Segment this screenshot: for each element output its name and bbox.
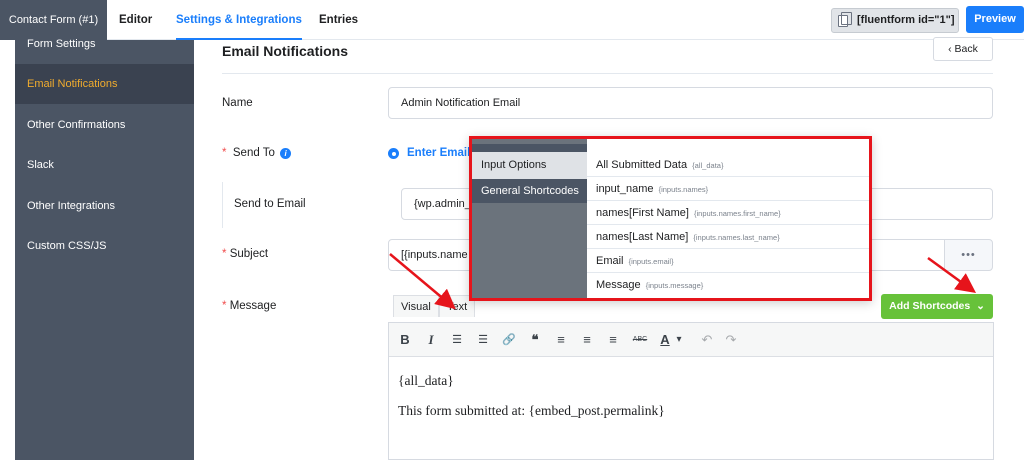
editor-line: This form submitted at: {embed_post.perm… [398,403,665,418]
sidebar-item-form-settings[interactable]: Form Settings [27,38,95,50]
shortcode-item[interactable]: Email {inputs.email} [596,255,674,267]
message-label: * Message [222,300,276,312]
sidebar-item-email-notifications[interactable]: Email Notifications [27,78,117,90]
bold-icon[interactable]: B [396,323,414,357]
send-to-text: Send To [232,147,275,159]
tab-visual[interactable]: Visual [393,295,439,317]
shortcode-code: {inputs.names} [658,185,709,194]
shortcode-code: {inputs.message} [645,281,704,290]
page-title: Email Notifications [222,43,349,59]
back-button[interactable]: ‹ Back [933,37,993,61]
shortcode-code: {inputs.email} [628,257,674,266]
text-color-icon[interactable]: A [656,323,674,357]
send-to-email-border [222,182,223,228]
shortcode-item[interactable]: names[First Name] {inputs.names.first_na… [596,207,781,219]
subject-label: * Subject [222,248,268,260]
divider [587,176,869,177]
back-button-label: Back [954,43,978,55]
strikethrough-icon[interactable]: ABC [629,323,651,357]
group-input-options[interactable]: Input Options [472,152,587,179]
divider [587,224,869,225]
name-input[interactable]: Admin Notification Email [388,87,993,119]
tab-entries[interactable]: Entries [319,0,358,40]
info-icon[interactable]: i [280,148,292,159]
sidebar-item-other-integrations[interactable]: Other Integrations [27,200,115,212]
required-mark: * [222,248,227,260]
editor-content[interactable]: {all_data} This form submitted at: {embe… [398,373,665,433]
divider [587,272,869,273]
enter-email-option-label[interactable]: Enter Email [407,147,470,159]
align-right-icon[interactable]: ≡ [604,323,622,357]
divider [587,200,869,201]
send-to-label: * Send To i [222,147,292,159]
title-divider [222,73,993,74]
redo-icon[interactable]: ↷ [722,323,740,357]
add-shortcodes-button[interactable]: Add Shortcodes ⌄ [881,294,993,319]
sidebar-item-other-confirmations[interactable]: Other Confirmations [27,119,125,131]
name-label: Name [222,97,253,109]
form-shortcode: [fluentform id="1"] [857,14,955,26]
shortcode-code: {all_data} [692,161,724,170]
enter-email-radio[interactable] [388,148,399,159]
shortcode-label: names[First Name] [596,207,689,219]
group-general-shortcodes[interactable]: General Shortcodes [472,179,587,203]
message-editor[interactable]: B I ☰ ☰ 🔗 ❝ ≡ ≡ ≡ ABC A ▾ ↶ ↷ {all_data}… [388,322,994,460]
sidebar-item-slack[interactable]: Slack [27,159,54,171]
required-mark: * [222,300,227,312]
shortcode-item[interactable]: input_name {inputs.names} [596,183,708,195]
shortcode-label: names[Last Name] [596,231,689,243]
add-shortcodes-label: Add Shortcodes [889,300,971,312]
shortcode-label: All Submitted Data [596,159,688,171]
shortcode-label: Message [596,279,641,291]
shortcode-item[interactable]: All Submitted Data {all_data} [596,159,723,171]
required-mark: * [222,147,227,159]
editor-line: {all_data} [398,373,454,388]
link-icon[interactable]: 🔗 [500,323,518,357]
shortcode-copy-box[interactable]: [fluentform id="1"] [831,8,959,33]
undo-icon[interactable]: ↶ [698,323,716,357]
divider [587,248,869,249]
copy-icon[interactable] [838,12,852,27]
top-bar: Contact Form (#1) Editor Settings & Inte… [0,0,1024,40]
shortcode-label: input_name [596,183,654,195]
sidebar-edge [0,40,15,460]
text-color-caret-icon[interactable]: ▾ [674,323,684,357]
shortcode-label: Email [596,255,624,267]
form-title[interactable]: Contact Form (#1) [0,0,107,40]
shortcode-code: {inputs.names.first_name} [693,209,781,218]
shortcode-item[interactable]: Message {inputs.message} [596,279,703,291]
send-to-email-label: Send to Email [234,198,306,210]
italic-icon[interactable]: I [422,323,440,357]
message-text: Message [229,300,277,312]
chevron-down-icon: ⌄ [976,300,985,312]
editor-toolbar: B I ☰ ☰ 🔗 ❝ ≡ ≡ ≡ ABC A ▾ ↶ ↷ [389,323,993,357]
popup-header-bar [472,144,587,152]
align-left-icon[interactable]: ≡ [552,323,570,357]
shortcodes-popup: Input Options General Shortcodes All Sub… [469,136,872,301]
preview-button[interactable]: Preview [966,6,1024,33]
tab-editor[interactable]: Editor [119,0,152,40]
shortcode-item[interactable]: names[Last Name] {inputs.names.last_name… [596,231,780,243]
align-center-icon[interactable]: ≡ [578,323,596,357]
shortcode-list: All Submitted Data {all_data} input_name… [587,139,869,298]
shortcode-groups: Input Options General Shortcodes [472,139,587,298]
blockquote-icon[interactable]: ❝ [526,323,544,357]
shortcode-code: {inputs.names.last_name} [693,233,780,242]
subject-text: Subject [229,248,269,260]
numbered-list-icon[interactable]: ☰ [474,323,492,357]
bullet-list-icon[interactable]: ☰ [448,323,466,357]
subject-shortcodes-button[interactable]: ••• [944,239,993,271]
sidebar-item-custom-css-js[interactable]: Custom CSS/JS [27,240,106,252]
tab-settings-integrations[interactable]: Settings & Integrations [176,0,302,40]
